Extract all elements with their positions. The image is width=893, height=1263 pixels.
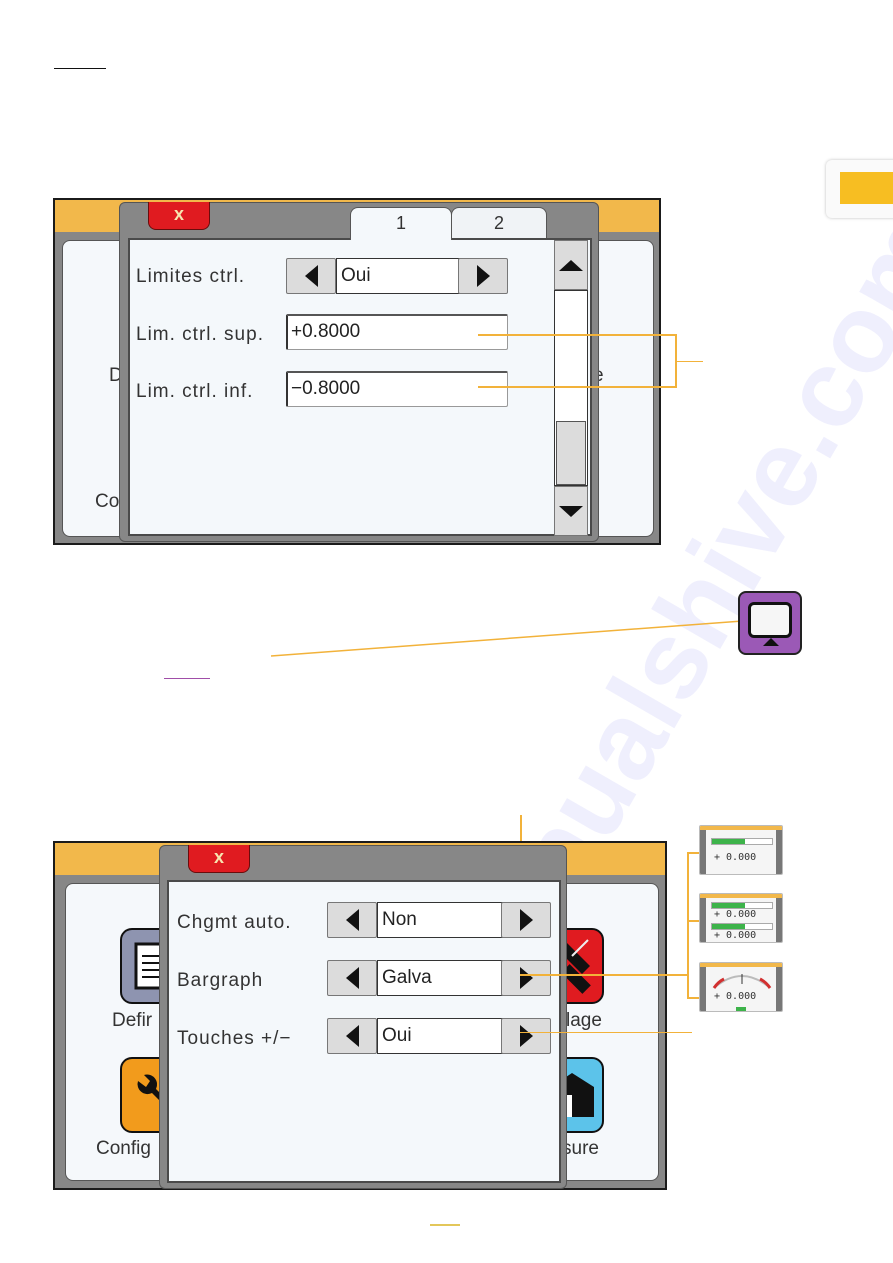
callout-line — [687, 920, 699, 922]
bargraph — [711, 902, 773, 909]
previous-value-button[interactable] — [327, 902, 377, 938]
monitor-stand — [763, 638, 779, 646]
monitor-icon — [738, 591, 802, 655]
configuration-label: Config — [96, 1138, 151, 1159]
previous-value-button[interactable] — [286, 258, 336, 294]
bargraph-fill — [712, 924, 745, 929]
close-button[interactable]: x — [188, 845, 250, 873]
thumb-value: + 0.000 — [714, 852, 757, 863]
thumb-sidebar — [776, 898, 782, 942]
definition-label: Defir — [112, 1010, 153, 1031]
callout-line — [478, 386, 676, 388]
galvanometer-arc — [712, 974, 772, 989]
touches-value: Oui — [377, 1018, 503, 1054]
next-value-button[interactable] — [501, 902, 551, 938]
arrow-left-icon — [345, 909, 359, 931]
page-link-underline — [164, 678, 210, 679]
thumb-topbar — [700, 826, 782, 830]
scrollbar-track[interactable] — [554, 290, 588, 486]
lim-ctrl-inf-label: Lim. ctrl. inf. — [136, 381, 254, 402]
arrow-down-icon — [559, 505, 583, 517]
background-label: Co — [95, 491, 120, 512]
arrow-right-icon — [476, 265, 490, 287]
lim-ctrl-inf-input[interactable]: −0.8000 — [286, 371, 508, 407]
device-screen-2: Defir Config lage sure x Chgmt auto. Non… — [53, 841, 667, 1190]
arrow-right-icon — [519, 967, 533, 989]
limites-ctrl-label: Limites ctrl. — [136, 266, 246, 287]
thumb-sidebar — [776, 967, 782, 1011]
bargraph — [711, 923, 773, 930]
arrow-right-icon — [519, 909, 533, 931]
mesure-label: sure — [562, 1138, 599, 1159]
display-settings-dialog: x Chgmt auto. Non Bargraph Galva Touches… — [159, 845, 567, 1189]
settings-dialog: x 1 2 Limites ctrl. Oui Lim. ctrl. sup. … — [119, 202, 599, 542]
thumb-sidebar — [700, 898, 706, 942]
callout-bracket — [687, 852, 689, 998]
reglage-label: lage — [566, 1010, 602, 1031]
chgmt-auto-value: Non — [377, 902, 503, 938]
next-value-button[interactable] — [501, 1018, 551, 1054]
arrow-right-icon — [519, 1025, 533, 1047]
scrollbar-thumb[interactable] — [556, 421, 586, 485]
next-value-button[interactable] — [501, 960, 551, 996]
callout-line — [520, 1032, 692, 1033]
tab-2[interactable]: 2 — [451, 207, 547, 239]
thumb-sidebar — [700, 967, 706, 1011]
thumb-sidebar — [776, 830, 782, 874]
thumb-value: + 0.000 — [714, 930, 757, 941]
page-link-underline — [430, 1224, 460, 1226]
monitor-screen — [748, 602, 792, 638]
arrow-left-icon — [304, 265, 318, 287]
arrow-up-icon — [559, 259, 583, 271]
thumb-topbar — [700, 963, 782, 967]
chapter-tab — [826, 160, 893, 218]
arrow-left-icon — [345, 1025, 359, 1047]
chgmt-auto-label: Chgmt auto. — [177, 912, 292, 933]
callout-line — [677, 361, 703, 362]
lim-ctrl-sup-label: Lim. ctrl. sup. — [136, 324, 264, 345]
touches-label: Touches +/− — [177, 1028, 292, 1049]
callout-line — [687, 852, 699, 854]
scroll-down-button[interactable] — [554, 486, 588, 536]
bargraph-fill — [712, 839, 745, 844]
bargraph-fill — [712, 903, 745, 908]
next-value-button[interactable] — [458, 258, 508, 294]
thumb-value: + 0.000 — [714, 909, 757, 920]
bargraph-value: Galva — [377, 960, 503, 996]
thumb-topbar — [700, 894, 782, 898]
thumb-sidebar — [700, 830, 706, 874]
chapter-tab-color — [840, 172, 893, 204]
tab-1[interactable]: 1 — [350, 207, 452, 240]
callout-line — [520, 974, 688, 976]
heading-underline — [54, 68, 106, 69]
previous-value-button[interactable] — [327, 1018, 377, 1054]
lim-ctrl-sup-input[interactable]: +0.8000 — [286, 314, 508, 350]
arrow-left-icon — [345, 967, 359, 989]
callout-line — [478, 334, 676, 336]
bargraph — [711, 838, 773, 845]
galvanometer-thumbnail: + 0.000 — [699, 962, 783, 1012]
bargraph-label: Bargraph — [177, 970, 264, 991]
limites-ctrl-value: Oui — [336, 258, 460, 294]
device-screen-1: D Co e x 1 2 Limites ctrl. Oui Lim. ctrl… — [53, 198, 661, 545]
galvanometer-indicator — [736, 1007, 746, 1011]
double-bargraph-thumbnail: + 0.000 + 0.000 — [699, 893, 783, 943]
scroll-up-button[interactable] — [554, 240, 588, 290]
single-bargraph-thumbnail: + 0.000 — [699, 825, 783, 875]
close-button[interactable]: x — [148, 202, 210, 230]
dialog-body: Chgmt auto. Non Bargraph Galva Touches +… — [167, 880, 561, 1183]
previous-value-button[interactable] — [327, 960, 377, 996]
callout-line-diagonal — [270, 619, 757, 657]
thumb-value: + 0.000 — [714, 991, 757, 1002]
callout-line — [687, 997, 699, 999]
